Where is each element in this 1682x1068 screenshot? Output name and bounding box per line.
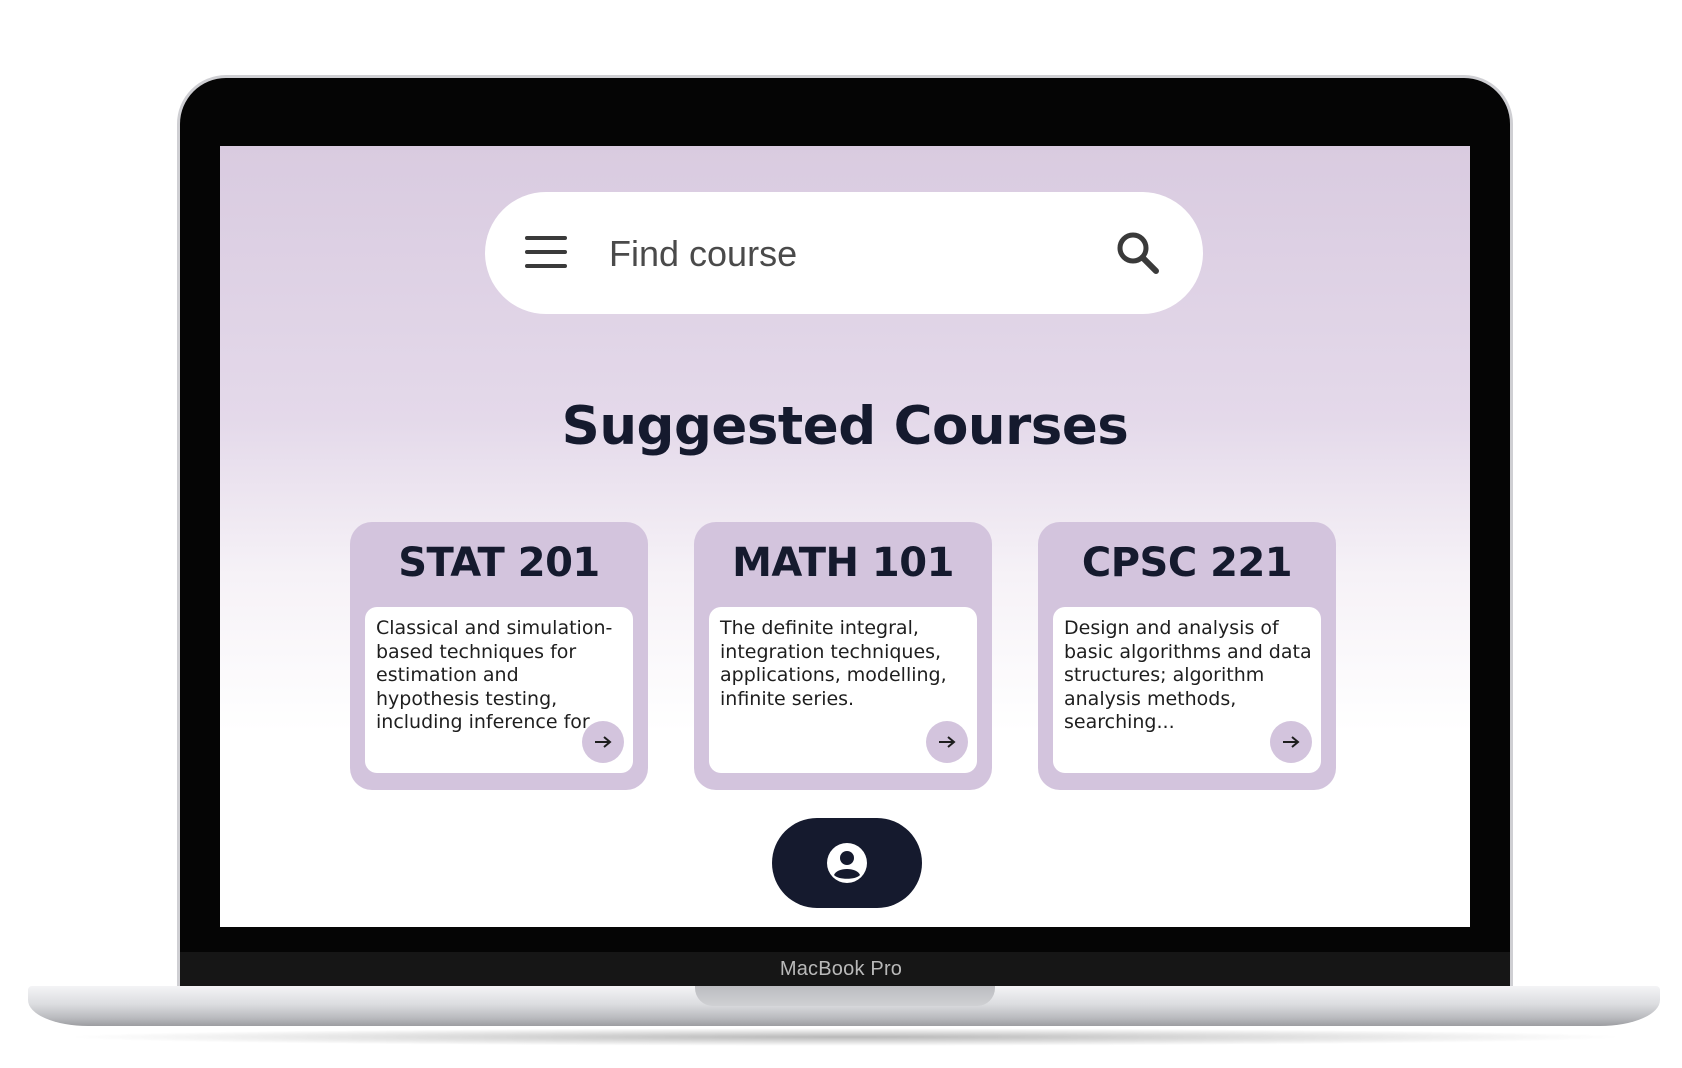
arrow-right-icon bbox=[1283, 736, 1300, 748]
course-card-body: Classical and simulation-based technique… bbox=[365, 607, 633, 773]
course-open-button[interactable] bbox=[926, 721, 968, 763]
app-screen: Suggested Courses STAT 201 Classical and… bbox=[220, 146, 1470, 927]
course-card-cpsc-221[interactable]: CPSC 221 Design and analysis of basic al… bbox=[1038, 522, 1336, 790]
laptop-shadow bbox=[60, 1028, 1630, 1046]
course-description: The definite integral, integration techn… bbox=[720, 617, 947, 710]
course-description: Design and analysis of basic algorithms … bbox=[1064, 617, 1312, 733]
page-title: Suggested Courses bbox=[561, 396, 1129, 457]
course-open-button[interactable] bbox=[1270, 721, 1312, 763]
course-card-stat-201[interactable]: STAT 201 Classical and simulation-based … bbox=[350, 522, 648, 790]
search-icon[interactable] bbox=[1115, 230, 1161, 276]
hamburger-menu-icon[interactable] bbox=[525, 236, 567, 268]
course-code: STAT 201 bbox=[398, 540, 600, 586]
profile-button[interactable] bbox=[772, 818, 922, 908]
course-open-button[interactable] bbox=[582, 721, 624, 763]
search-input[interactable] bbox=[607, 226, 1111, 282]
search-bar bbox=[485, 192, 1203, 314]
arrow-right-icon bbox=[595, 736, 612, 748]
arrow-right-icon bbox=[939, 736, 956, 748]
course-card-body: Design and analysis of basic algorithms … bbox=[1053, 607, 1321, 773]
laptop-opening-notch bbox=[695, 986, 995, 1006]
course-code: MATH 101 bbox=[732, 540, 954, 586]
course-card-body: The definite integral, integration techn… bbox=[709, 607, 977, 773]
course-code: CPSC 221 bbox=[1081, 540, 1293, 586]
course-description: Classical and simulation-based technique… bbox=[376, 617, 613, 733]
device-brand-label: MacBook Pro bbox=[779, 958, 903, 980]
course-card-math-101[interactable]: MATH 101 The definite integral, integrat… bbox=[694, 522, 992, 790]
user-account-icon bbox=[827, 843, 867, 883]
